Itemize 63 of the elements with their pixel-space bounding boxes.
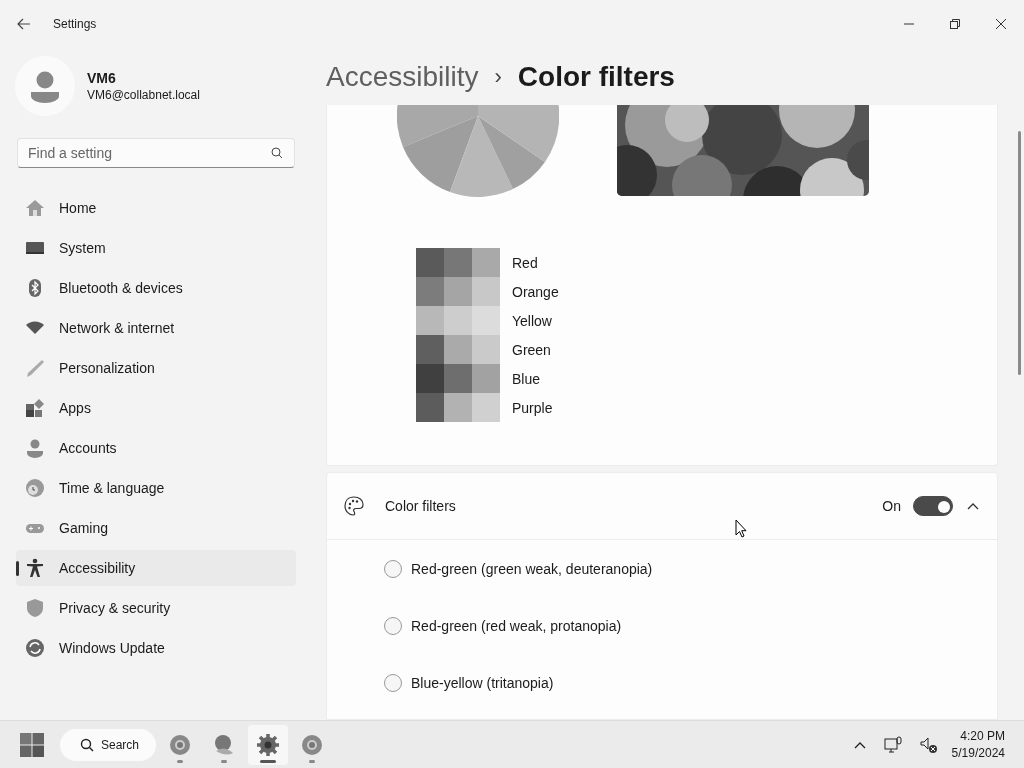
radio-button[interactable] (384, 559, 402, 578)
breadcrumb-separator: › (494, 63, 502, 90)
back-icon[interactable] (17, 18, 31, 30)
palette-icon (343, 495, 365, 517)
cursor-icon (735, 519, 747, 538)
window-title: Settings (53, 17, 97, 31)
user-email: VM6@collabnet.local (87, 88, 200, 102)
nav-item[interactable]: Privacy & security (16, 590, 296, 626)
browser-icon (300, 732, 324, 757)
user-name: VM6 (87, 70, 117, 86)
home-icon (25, 198, 45, 218)
search-field[interactable]: Find a setting (17, 138, 295, 168)
taskbar-app[interactable] (248, 724, 288, 765)
accessibility-icon (25, 558, 45, 578)
setting-label: Color filters (385, 498, 456, 514)
nav-item[interactable]: Apps (16, 390, 296, 426)
radio-label: Blue-yellow (tritanopia) (411, 674, 554, 691)
chevron-icon[interactable] (967, 502, 979, 510)
nav-item[interactable]: Accounts (16, 430, 296, 466)
nav-item[interactable]: Personalization (16, 350, 296, 386)
chevron-up-icon[interactable] (853, 740, 866, 749)
swatch-label: Green (512, 341, 551, 358)
start-icon[interactable] (20, 732, 44, 757)
person-icon (25, 438, 45, 458)
volume-muted-icon[interactable] (919, 735, 938, 754)
nav-item[interactable]: Accessibility (16, 550, 296, 586)
toggle-state-label: On (882, 498, 901, 514)
radio-label: Red-green (green weak, deuteranopia) (411, 560, 653, 577)
toggle-switch[interactable] (913, 496, 953, 516)
swatch-label: Red (512, 254, 538, 271)
clock[interactable]: 4:20 PM 5/19/2024 (951, 729, 1005, 760)
radio-button[interactable] (384, 673, 402, 692)
gear-icon (256, 732, 280, 757)
search-icon (271, 147, 283, 159)
nav-item[interactable]: Time & language (16, 470, 296, 506)
nav-item[interactable]: Bluetooth & devices (16, 270, 296, 306)
page-title: Color filters (517, 60, 675, 93)
breadcrumb-link[interactable]: Accessibility (326, 60, 479, 93)
sync-icon (25, 638, 45, 658)
nav-item[interactable]: Windows Update (16, 630, 296, 666)
radio-button[interactable] (384, 616, 402, 635)
search-icon (80, 737, 94, 752)
swatch-label: Orange (512, 283, 559, 300)
nav-item[interactable]: Gaming (16, 510, 296, 546)
taskbar-search[interactable]: Search (60, 728, 156, 761)
clock-globe-icon (25, 478, 45, 498)
browser-icon (168, 732, 192, 757)
network-icon[interactable] (883, 735, 902, 754)
swatch-label: Purple (512, 399, 553, 416)
selection-indicator (16, 561, 19, 576)
restore-icon[interactable] (950, 19, 960, 29)
swatch-label: Blue (512, 370, 541, 387)
avatar-icon (15, 56, 75, 116)
radio-label: Red-green (red weak, protanopia) (411, 617, 622, 634)
nav-item[interactable]: System (16, 230, 296, 266)
scrollbar[interactable] (1018, 131, 1021, 375)
brush-icon (25, 358, 45, 378)
close-icon[interactable] (996, 19, 1006, 29)
swatch-label: Yellow (512, 312, 552, 329)
nav-item[interactable]: Home (16, 190, 296, 226)
nav-item[interactable]: Network & internet (16, 310, 296, 346)
apps-icon (25, 398, 45, 418)
shield-icon (25, 598, 45, 618)
